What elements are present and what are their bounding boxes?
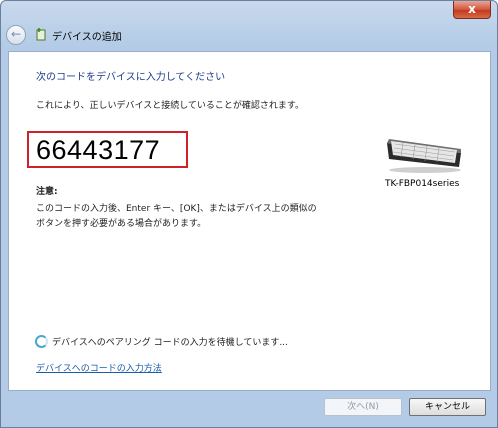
note-text: このコードの入力後、Enter キー、[OK]、またはデバイス上の類似の ボタン…	[36, 202, 317, 232]
close-icon: x	[468, 2, 476, 16]
device-name: TK-FBP014series	[385, 179, 460, 189]
busy-spinner-icon	[35, 335, 48, 348]
pairing-code-box: 66443177	[27, 131, 188, 168]
cancel-button[interactable]: キャンセル	[409, 398, 486, 416]
keyboard-icon	[387, 139, 461, 173]
back-arrow-icon: ←	[10, 27, 22, 41]
add-device-wizard-icon	[36, 28, 46, 41]
waiting-status: デバイスへのペアリング コードの入力を待機しています...	[52, 338, 288, 348]
close-button[interactable]: x	[453, 1, 491, 19]
instruction-heading: 次のコードをデバイスに入力してください	[36, 72, 226, 83]
description-text: これにより、正しいデバイスと接続していることが確認されます。	[36, 101, 305, 111]
next-button[interactable]: 次へ(N)	[324, 398, 402, 416]
window-title: デバイスの追加	[52, 32, 122, 43]
note-line: ボタンを押す必要がある場合があります。	[36, 219, 207, 229]
pairing-code: 66443177	[36, 135, 161, 165]
note-heading: 注意:	[36, 187, 58, 197]
help-link[interactable]: デバイスへのコードの入力方法	[36, 361, 162, 374]
wizard-content: 次のコードをデバイスに入力してください これにより、正しいデバイスと接続している…	[8, 51, 491, 391]
back-button[interactable]: ←	[6, 25, 26, 45]
note-line: このコードの入力後、Enter キー、[OK]、またはデバイス上の類似の	[36, 204, 317, 214]
add-device-window: x ← デバイスの追加 次のコードをデバイスに入力してください これにより、正し…	[0, 0, 498, 428]
